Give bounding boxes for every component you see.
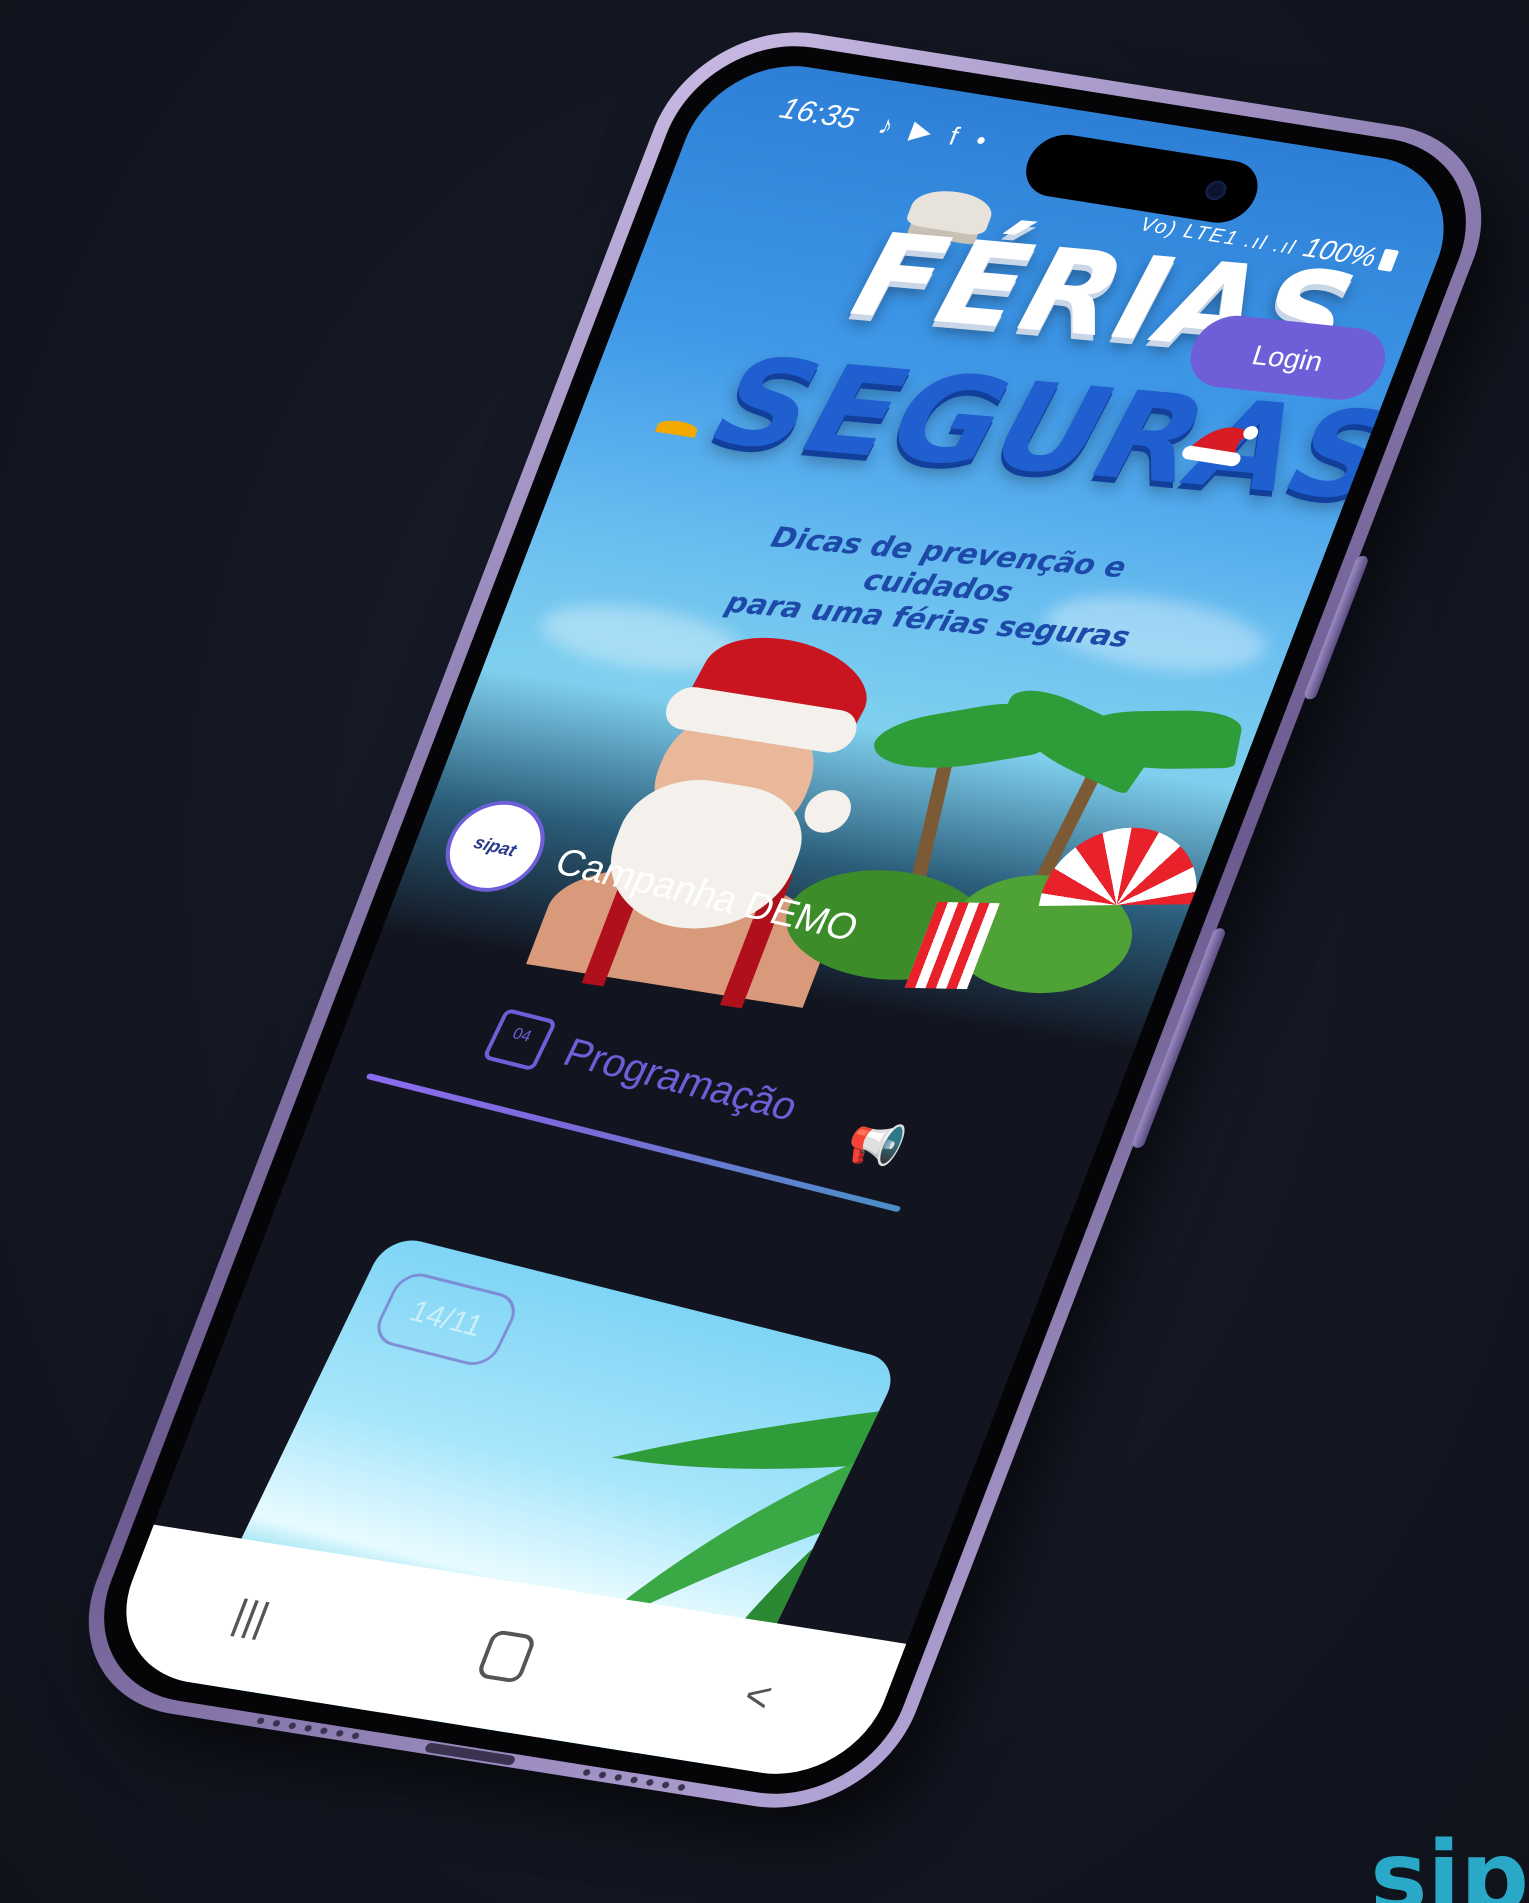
home-button[interactable]	[475, 1629, 538, 1684]
tab-programacao-label: Programação	[556, 1030, 806, 1129]
notification-icons: ♪ ▶ f •	[874, 109, 998, 157]
calendar-icon: 04	[481, 1007, 558, 1072]
phone-mockup: FÉRIAS SEGURAS Dicas de prevenção e cuid…	[52, 15, 1518, 1825]
status-time: 16:35	[775, 92, 862, 136]
recent-apps-button[interactable]: |||	[226, 1591, 277, 1642]
megaphone-icon[interactable]: 📢	[838, 1115, 912, 1174]
event-date-badge: 14/11	[369, 1268, 524, 1371]
tab-bar: 04 Programação 📢	[343, 984, 913, 1249]
front-camera	[1202, 179, 1230, 202]
paraglider-decoration	[654, 418, 700, 438]
phone-screen: FÉRIAS SEGURAS Dicas de prevenção e cuid…	[98, 52, 1472, 1788]
back-button[interactable]: <	[737, 1671, 778, 1721]
stage: FÉRIAS SEGURAS Dicas de prevenção e cuid…	[0, 0, 1529, 1903]
brand-logo: sip	[1370, 1821, 1529, 1903]
